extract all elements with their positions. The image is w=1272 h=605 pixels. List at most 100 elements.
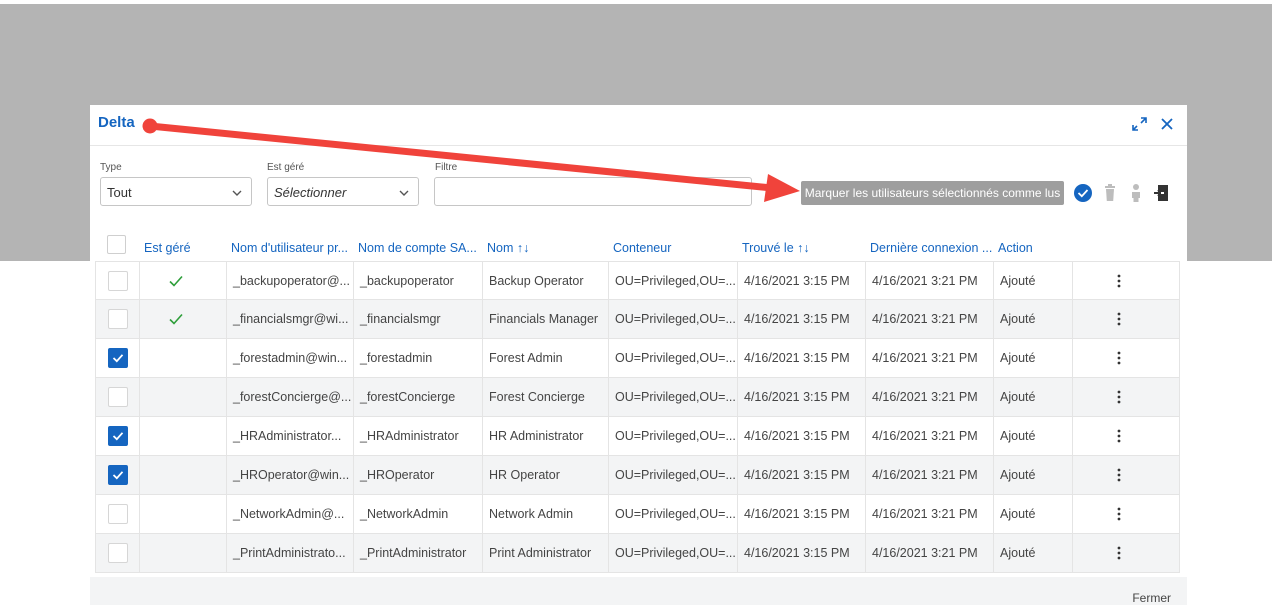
user-icon[interactable] [1126, 182, 1146, 204]
type-select[interactable]: Tout [100, 177, 252, 206]
cell-name: Print Administrator [489, 546, 592, 560]
cell-name: Forest Concierge [489, 390, 585, 404]
expand-icon[interactable] [1128, 113, 1150, 135]
column-header-managed[interactable]: Est géré [144, 241, 191, 255]
dialog-title: Delta [98, 114, 135, 131]
cell-action: Ajouté [1000, 351, 1036, 365]
cell-sam-account: _HROperator [360, 468, 435, 482]
table-body: _backupoperator@... _backupoperator Backup… [95, 261, 1180, 573]
cell-action: Ajouté [1000, 274, 1036, 288]
cell-upn: _HROperator@win... [233, 468, 350, 482]
users-table: Est géré Nom d'utilisateur pr... Nom de … [95, 235, 1180, 573]
cell-last-login: 4/16/2021 3:21 PM [872, 546, 978, 560]
cell-last-login: 4/16/2021 3:21 PM [872, 312, 978, 326]
table-row[interactable]: _HROperator@win... _HROperator HR Operator… [95, 456, 1180, 495]
row-checkbox[interactable] [108, 387, 128, 407]
column-header-name[interactable]: Nom ↑↓ [487, 241, 529, 255]
row-more-icon[interactable] [1116, 468, 1122, 482]
row-checkbox[interactable] [108, 348, 128, 368]
cell-found-date: 4/16/2021 3:15 PM [744, 507, 850, 521]
cell-name: HR Administrator [489, 429, 584, 443]
column-header-sam[interactable]: Nom de compte SA... [358, 241, 477, 255]
cell-container: OU=Privileged,OU=... [615, 546, 736, 560]
column-header-upn[interactable]: Nom d'utilisateur pr... [231, 241, 348, 255]
cell-divider [1072, 417, 1073, 455]
filter-input[interactable] [434, 177, 752, 206]
cell-sam-account: _NetworkAdmin [360, 507, 449, 521]
row-checkbox[interactable] [108, 504, 128, 524]
cell-upn: _forestConcierge@... [233, 390, 352, 404]
cell-divider [1072, 534, 1073, 572]
cell-sam-account: _PrintAdministrator [360, 546, 467, 560]
cell-divider [139, 495, 140, 533]
cell-action: Ajouté [1000, 546, 1036, 560]
cell-divider [1072, 300, 1073, 338]
table-row[interactable]: _backupoperator@... _backupoperator Backup… [95, 261, 1180, 300]
row-more-icon[interactable] [1116, 390, 1122, 404]
row-more-icon[interactable] [1116, 274, 1122, 288]
cell-found-date: 4/16/2021 3:15 PM [744, 390, 850, 404]
table-row[interactable]: _forestConcierge@... _forestConcierge Fore… [95, 378, 1180, 417]
row-checkbox[interactable] [108, 271, 128, 291]
row-more-icon[interactable] [1116, 507, 1122, 521]
row-checkbox[interactable] [108, 543, 128, 563]
chevron-down-icon [399, 190, 409, 196]
cell-sam-account: _financialsmgr [360, 312, 441, 326]
check-circle-icon[interactable] [1072, 182, 1092, 204]
cell-sam-account: _forestadmin [360, 351, 433, 365]
cell-upn: _HRAdministrator... [233, 429, 342, 443]
column-header-last-login[interactable]: Dernière connexion ... [870, 241, 992, 255]
table-row[interactable]: _PrintAdministrato... _PrintAdministrator… [95, 534, 1180, 573]
cell-found-date: 4/16/2021 3:15 PM [744, 429, 850, 443]
managed-select[interactable]: Sélectionner [267, 177, 419, 206]
row-checkbox[interactable] [108, 309, 128, 329]
row-more-icon[interactable] [1116, 351, 1122, 365]
cell-upn: _NetworkAdmin@... [233, 507, 345, 521]
column-header-container[interactable]: Conteneur [613, 241, 671, 255]
row-more-icon[interactable] [1116, 312, 1122, 326]
cell-container: OU=Privileged,OU=... [615, 351, 736, 365]
cell-name: HR Operator [489, 468, 560, 482]
select-all-checkbox[interactable] [107, 235, 126, 254]
cell-divider [1072, 262, 1073, 300]
row-checkbox[interactable] [108, 426, 128, 446]
cell-upn: _financialsmgr@wi... [233, 312, 349, 326]
cell-divider [139, 262, 140, 300]
column-header-found[interactable]: Trouvé le ↑↓ [742, 241, 810, 255]
delta-dialog: Delta Type Tout Est géré Sélectionner Fi… [90, 105, 1187, 605]
cell-name: Forest Admin [489, 351, 563, 365]
row-more-icon[interactable] [1116, 546, 1122, 560]
cell-action: Ajouté [1000, 390, 1036, 404]
close-button[interactable]: Fermer [1132, 591, 1171, 605]
cell-container: OU=Privileged,OU=... [615, 390, 736, 404]
row-checkbox[interactable] [108, 465, 128, 485]
dialog-header: Delta [90, 105, 1187, 146]
trash-icon[interactable] [1100, 182, 1120, 204]
close-icon[interactable] [1156, 113, 1178, 135]
managed-check-icon [168, 311, 184, 327]
table-row[interactable]: _NetworkAdmin@... _NetworkAdmin Network Ad… [95, 495, 1180, 534]
cell-found-date: 4/16/2021 3:15 PM [744, 546, 850, 560]
type-select-value: Tout [107, 185, 132, 200]
cell-last-login: 4/16/2021 3:21 PM [872, 468, 978, 482]
table-row[interactable]: _forestadmin@win... _forestadmin Forest Ad… [95, 339, 1180, 378]
cell-name: Financials Manager [489, 312, 599, 326]
managed-filter-label: Est géré [267, 162, 305, 173]
cell-divider [1072, 456, 1073, 494]
cell-name: Network Admin [489, 507, 574, 521]
cell-sam-account: _forestConcierge [360, 390, 456, 404]
table-row[interactable]: _financialsmgr@wi... _financialsmgr Financ… [95, 300, 1180, 339]
cell-found-date: 4/16/2021 3:15 PM [744, 312, 850, 326]
cell-last-login: 4/16/2021 3:21 PM [872, 507, 978, 521]
dialog-footer: Fermer [90, 577, 1187, 605]
row-more-icon[interactable] [1116, 429, 1122, 443]
cell-container: OU=Privileged,OU=... [615, 468, 736, 482]
table-header: Est géré Nom d'utilisateur pr... Nom de … [95, 235, 1180, 261]
cell-divider [1072, 495, 1073, 533]
cell-found-date: 4/16/2021 3:15 PM [744, 468, 850, 482]
export-icon[interactable] [1152, 182, 1172, 204]
cell-divider [139, 378, 140, 416]
table-row[interactable]: _HRAdministrator... _HRAdministrator HR Ad… [95, 417, 1180, 456]
cell-last-login: 4/16/2021 3:21 PM [872, 390, 978, 404]
cell-last-login: 4/16/2021 3:21 PM [872, 351, 978, 365]
